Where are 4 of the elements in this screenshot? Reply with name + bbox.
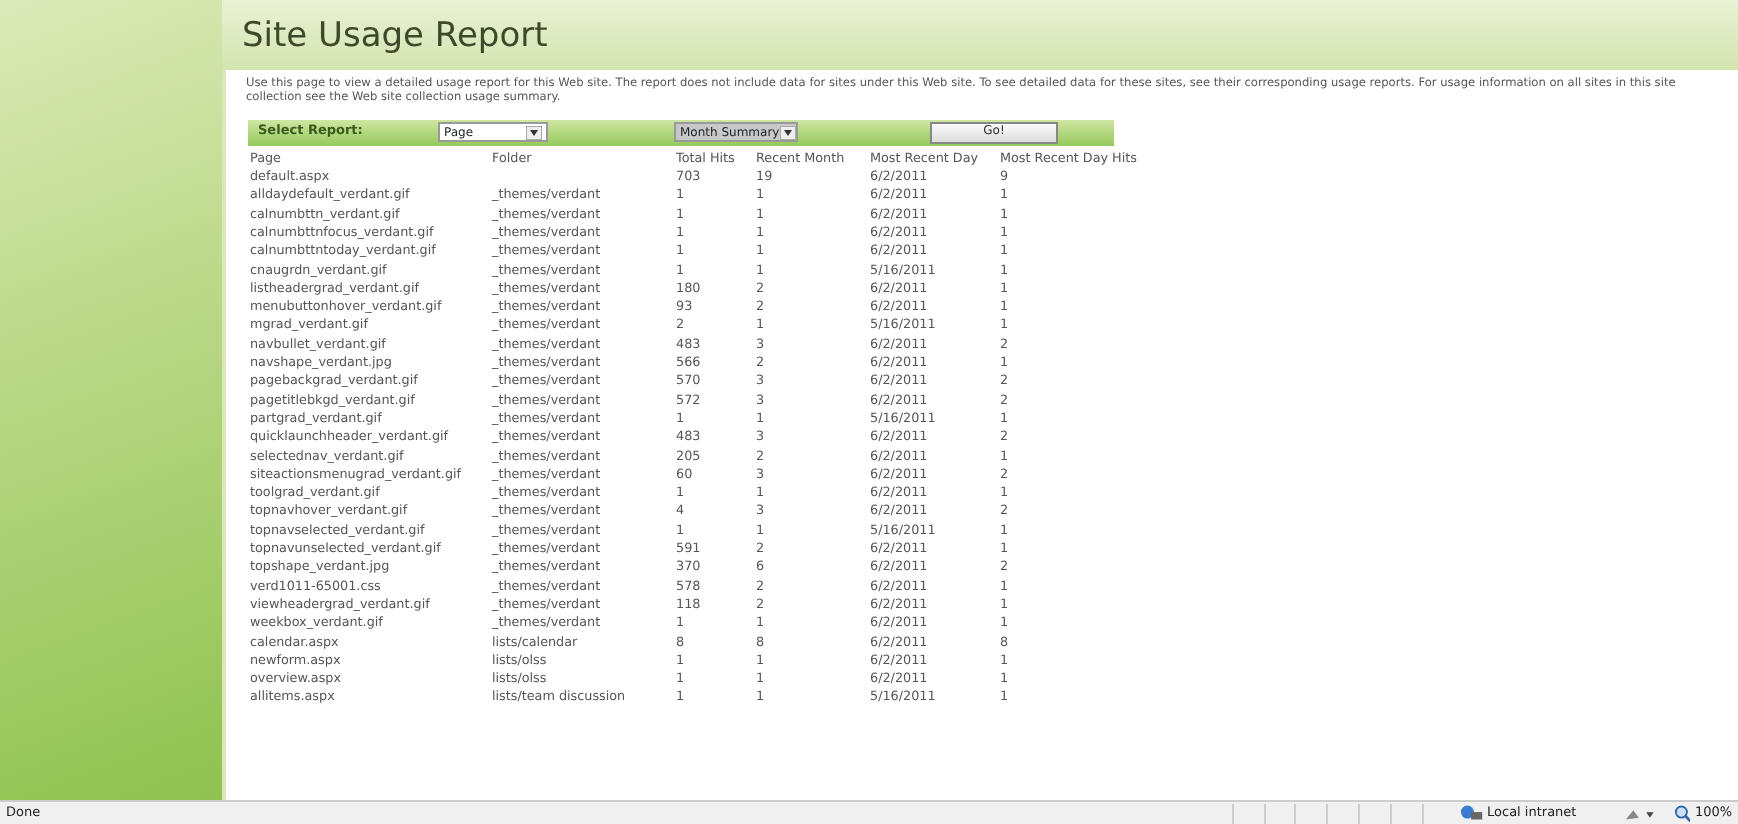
- dropdown-arrow-icon: [526, 125, 542, 140]
- page-title: Site Usage Report: [242, 16, 548, 56]
- zoom-icon[interactable]: [1674, 804, 1691, 822]
- dropdown-arrow-icon: [779, 125, 796, 140]
